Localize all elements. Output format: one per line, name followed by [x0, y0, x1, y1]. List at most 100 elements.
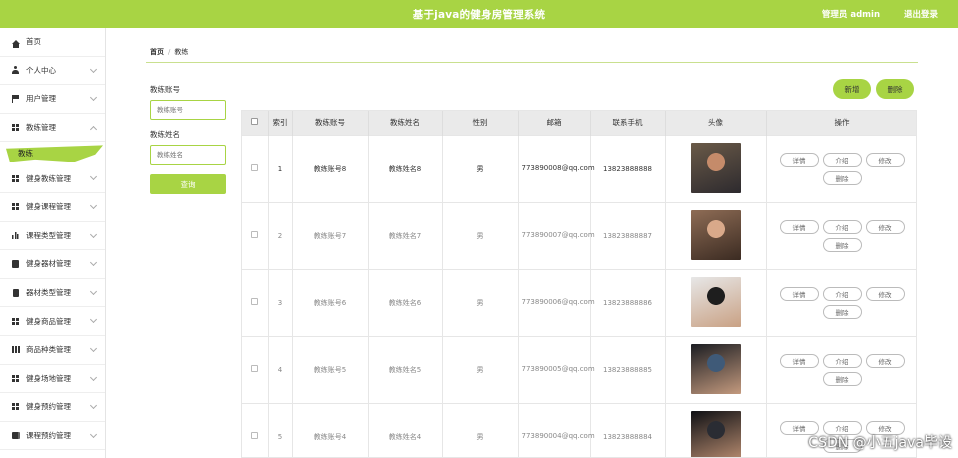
sidebar-item-course-types[interactable]: 课程类型管理	[0, 222, 105, 251]
name-search-input[interactable]	[150, 145, 226, 165]
intro-button[interactable]: 介绍	[822, 286, 862, 301]
column-header: 邮箱	[518, 111, 591, 135]
bar-chart-icon	[11, 231, 20, 240]
actions-cell: 详情 介绍 修改 删除	[766, 134, 916, 202]
sidebar-item-profile[interactable]: 个人中心	[0, 57, 105, 86]
edit-button[interactable]: 修改	[865, 219, 905, 234]
sidebar-item-coaches[interactable]: 教练管理	[0, 114, 105, 143]
chevron-down-icon	[89, 430, 98, 438]
detail-button[interactable]: 详情	[779, 353, 819, 368]
sidebar-subitem-coach[interactable]: 教练	[0, 142, 105, 164]
sidebar-item-label: 课程预约管理	[26, 431, 71, 441]
row-select-cell[interactable]	[242, 268, 269, 336]
intro-button[interactable]: 介绍	[822, 152, 862, 167]
account-cell: 教练账号6	[292, 268, 369, 336]
logout-link[interactable]: 退出登录	[904, 8, 938, 20]
edit-button[interactable]: 修改	[865, 353, 905, 368]
phone-cell: 13823888886	[590, 268, 666, 336]
table-row: 2 教练账号7 教练姓名7 男 773890007@qq.com 13823888887 详…	[242, 201, 916, 269]
edit-button[interactable]: 修改	[865, 152, 905, 167]
gender-cell: 男	[442, 201, 519, 269]
grid-icon	[11, 317, 20, 326]
row-select-cell[interactable]	[242, 201, 269, 269]
coach-table: 索引 教练账号 教练姓名 性别 邮箱 联系手机 头像 操作 1 教练账号8 教练姓名…	[241, 110, 917, 458]
avatar-cell	[665, 335, 767, 403]
sidebar-item-home[interactable]: 首页	[0, 28, 105, 57]
row-checkbox[interactable]	[251, 432, 259, 440]
breadcrumb-divider	[146, 62, 918, 63]
sidebar-item-label: 健身商品管理	[26, 316, 71, 326]
detail-button[interactable]: 详情	[779, 152, 819, 167]
detail-button[interactable]: 详情	[779, 286, 819, 301]
sidebar-item-courses[interactable]: 健身课程管理	[0, 193, 105, 222]
row-checkbox[interactable]	[251, 164, 259, 171]
column-header: 头像	[665, 111, 767, 135]
row-select-cell[interactable]	[242, 134, 269, 202]
name-label: 教练姓名	[150, 130, 180, 139]
intro-button[interactable]: 介绍	[822, 219, 862, 234]
edit-button[interactable]: 修改	[865, 286, 905, 301]
phone-cell: 13823888884	[590, 402, 666, 457]
select-all-checkbox[interactable]	[251, 118, 259, 126]
sidebar: 首页 个人中心 用户管理 教练管理 教练 健身教练管理 健身课程管理 课程类型管…	[0, 28, 106, 458]
chevron-down-icon	[89, 201, 98, 210]
query-button[interactable]: 查询	[150, 174, 226, 194]
index-cell: 3	[268, 268, 293, 336]
table-icon	[11, 345, 20, 354]
sidebar-item-equipment[interactable]: 健身器材管理	[0, 250, 105, 279]
sidebar-item-fitness-coaches[interactable]: 健身教练管理	[0, 164, 105, 193]
sidebar-item-product-categories[interactable]: 商品种类管理	[0, 336, 105, 365]
actions-cell: 详情 介绍 修改 删除	[766, 201, 916, 269]
sidebar-item-course-bookings[interactable]: 课程预约管理	[0, 422, 105, 451]
avatar	[690, 276, 741, 327]
column-header: 教练账号	[292, 111, 369, 135]
delete-button[interactable]: 删除	[822, 237, 862, 252]
sidebar-item-label: 健身场地管理	[26, 373, 71, 383]
row-checkbox[interactable]	[251, 365, 259, 372]
column-header: 索引	[268, 111, 293, 135]
row-checkbox[interactable]	[251, 298, 259, 305]
grid-icon	[11, 174, 20, 183]
delete-button[interactable]: 删除	[822, 170, 862, 185]
avatar	[690, 142, 741, 193]
name-cell: 教练姓名4	[368, 402, 443, 457]
sidebar-item-venues[interactable]: 健身场地管理	[0, 365, 105, 394]
sidebar-item-label: 健身课程管理	[26, 202, 71, 212]
breadcrumb: 首页 / 教练	[150, 47, 188, 57]
sidebar-item-products[interactable]: 健身商品管理	[0, 307, 105, 336]
chevron-up-icon	[89, 125, 98, 133]
sidebar-item-equipment-types[interactable]: 器材类型管理	[0, 279, 105, 308]
row-select-cell[interactable]	[242, 402, 269, 457]
detail-button[interactable]: 详情	[779, 219, 819, 234]
gender-cell: 男	[442, 335, 519, 403]
intro-button[interactable]: 介绍	[822, 353, 862, 368]
sidebar-item-label: 教练管理	[26, 123, 56, 133]
phone-cell: 13823888888	[590, 134, 666, 202]
sidebar-item-label: 健身教练管理	[26, 173, 71, 183]
row-select-cell[interactable]	[242, 335, 269, 403]
batch-delete-button[interactable]: 删除	[876, 79, 914, 99]
breadcrumb-home[interactable]: 首页	[150, 47, 164, 57]
sidebar-item-bookings[interactable]: 健身预约管理	[0, 393, 105, 422]
add-button[interactable]: 新增	[833, 79, 871, 99]
column-header: 性别	[442, 111, 519, 135]
grid-icon	[11, 123, 20, 132]
name-cell: 教练姓名6	[368, 268, 443, 336]
sidebar-item-label: 课程类型管理	[26, 230, 71, 240]
phone-cell: 13823888887	[590, 201, 666, 269]
account-search-input[interactable]	[150, 100, 226, 120]
select-all-header[interactable]	[242, 111, 269, 135]
name-cell: 教练姓名5	[368, 335, 443, 403]
chevron-down-icon	[89, 94, 98, 102]
table-row: 3 教练账号6 教练姓名6 男 773890006@qq.com 13823888886 详…	[242, 268, 916, 336]
current-user-label: 管理员 admin	[821, 10, 880, 20]
row-checkbox[interactable]	[251, 231, 259, 238]
index-cell: 2	[268, 201, 293, 269]
sidebar-item-users[interactable]: 用户管理	[0, 85, 105, 114]
delete-button[interactable]: 删除	[822, 371, 862, 386]
sidebar-item-label: 用户管理	[26, 94, 56, 104]
email-cell: 773890008@qq.com	[518, 134, 595, 202]
gender-cell: 男	[442, 134, 519, 202]
document-icon	[11, 288, 20, 297]
delete-button[interactable]: 删除	[822, 304, 862, 319]
